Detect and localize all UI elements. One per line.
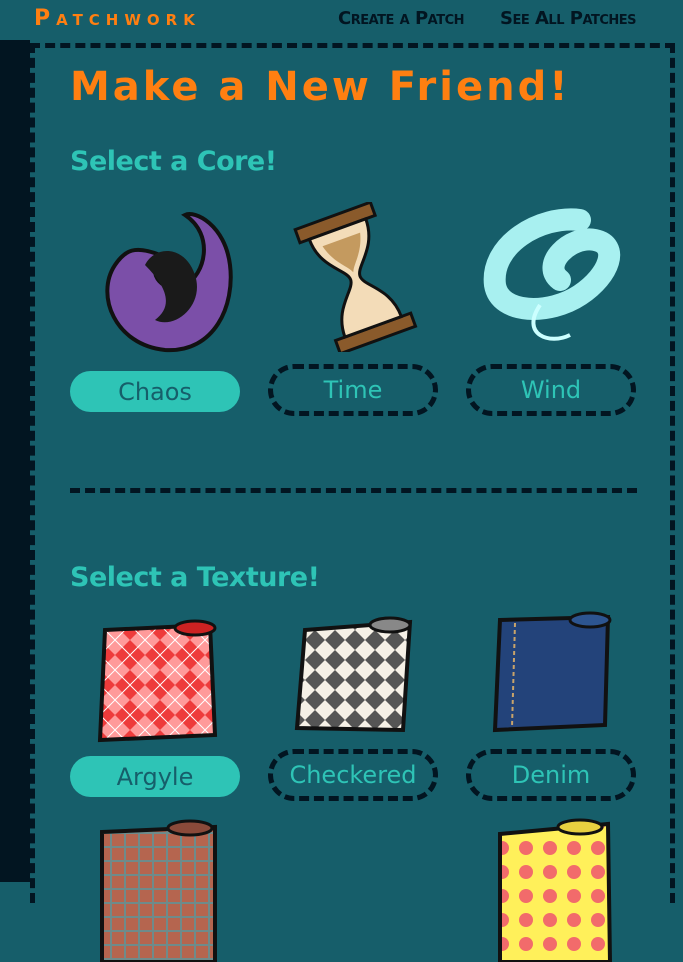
- wind-core-image[interactable]: [480, 205, 630, 355]
- core-option-chaos[interactable]: Chaos: [70, 371, 240, 412]
- texture-option-argyle[interactable]: Argyle: [70, 756, 240, 797]
- denim-texture-image[interactable]: [480, 605, 630, 755]
- left-strip: [0, 40, 30, 882]
- nav-create-patch[interactable]: Create a Patch: [338, 8, 465, 29]
- logo[interactable]: Patchwork: [34, 6, 201, 31]
- page-title: Make a New Friend!: [70, 64, 571, 110]
- checkered-texture-image[interactable]: [285, 610, 435, 760]
- texture-heading: Select a Texture!: [70, 562, 320, 593]
- core-option-time[interactable]: Time: [268, 364, 438, 416]
- plaid-texture-image[interactable]: [90, 812, 240, 962]
- polka-dot-texture-image[interactable]: [490, 812, 640, 962]
- argyle-texture-image[interactable]: [85, 610, 235, 760]
- core-option-wind[interactable]: Wind: [466, 364, 636, 416]
- header: Patchwork Create a Patch See All Patches: [0, 0, 683, 40]
- nav-see-all-patches[interactable]: See All Patches: [500, 8, 637, 29]
- texture-option-denim[interactable]: Denim: [466, 749, 636, 801]
- section-divider: [70, 488, 637, 493]
- chaos-core-image[interactable]: [85, 205, 235, 355]
- texture-option-checkered[interactable]: Checkered: [268, 749, 438, 801]
- time-core-image[interactable]: [280, 202, 430, 352]
- core-heading: Select a Core!: [70, 146, 277, 177]
